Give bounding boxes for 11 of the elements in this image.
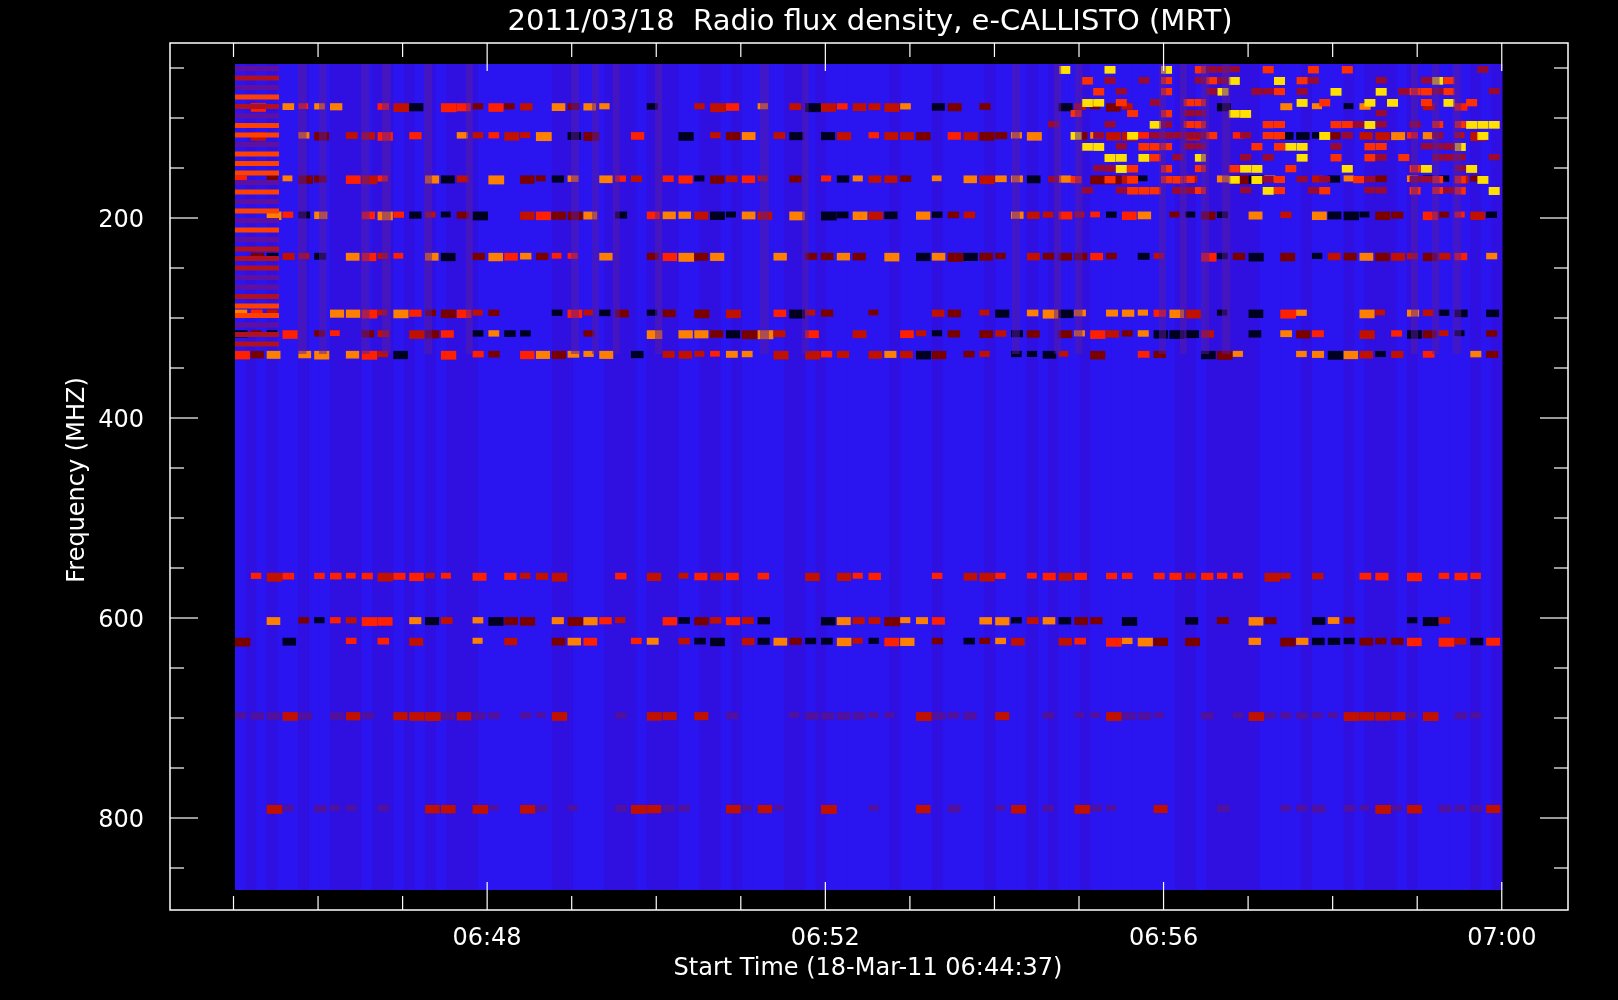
tick-label: 600: [98, 605, 144, 633]
tick-label: 07:00: [1467, 923, 1537, 951]
tick-label: 800: [98, 805, 144, 833]
tick-label: 06:56: [1129, 923, 1199, 951]
tick-label: 06:52: [790, 923, 860, 951]
tick-label: 200: [98, 205, 144, 233]
chart-title: 2011/03/18 Radio flux density, e-CALLISTO (MRT): [507, 3, 1233, 37]
y-axis-label: Frequency (MHZ): [62, 377, 90, 583]
tick-label: 06:48: [452, 923, 522, 951]
tick-label: 400: [98, 405, 144, 433]
x-axis-label: Start Time (18-Mar-11 06:44:37): [673, 953, 1063, 981]
